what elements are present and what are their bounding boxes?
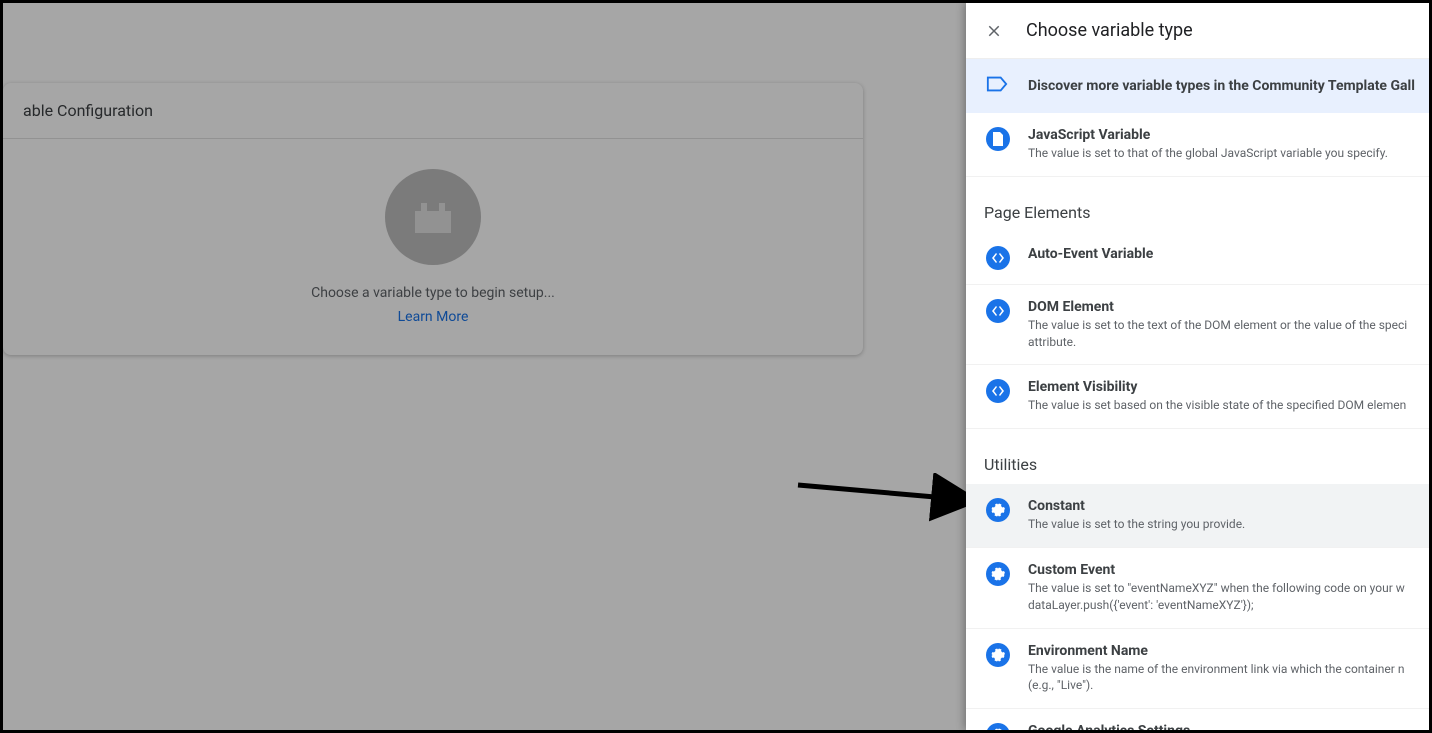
item-desc: The value is the name of the environment…	[1028, 661, 1409, 695]
item-title: Custom Event	[1028, 562, 1409, 578]
item-desc: The value is set to that of the global J…	[1028, 145, 1409, 162]
item-title: Environment Name	[1028, 643, 1409, 659]
document-icon	[986, 127, 1010, 151]
gear-icon	[986, 723, 1010, 730]
close-icon	[985, 22, 1003, 40]
gear-icon	[986, 643, 1010, 667]
item-title: DOM Element	[1028, 299, 1409, 315]
variable-type-custom-event[interactable]: Custom Event The value is set to "eventN…	[966, 548, 1429, 629]
panel-title: Choose variable type	[1026, 20, 1193, 41]
community-template-banner[interactable]: Discover more variable types in the Comm…	[966, 59, 1429, 113]
gear-icon	[986, 498, 1010, 522]
item-desc: The value is set to "eventNameXYZ" when …	[1028, 580, 1409, 614]
gear-icon	[986, 562, 1010, 586]
code-icon	[986, 299, 1010, 323]
variable-type-environment-name[interactable]: Environment Name The value is the name o…	[966, 629, 1429, 710]
item-title: JavaScript Variable	[1028, 127, 1409, 143]
variable-type-auto-event[interactable]: Auto-Event Variable	[966, 232, 1429, 285]
variable-type-list[interactable]: JavaScript Variable The value is set to …	[966, 113, 1429, 730]
variable-type-panel: Choose variable type Discover more varia…	[966, 3, 1429, 730]
section-page-elements: Page Elements	[966, 177, 1429, 232]
item-desc: The value is set to the text of the DOM …	[1028, 317, 1409, 351]
close-button[interactable]	[982, 19, 1006, 43]
item-title: Google Analytics Settings	[1028, 723, 1409, 730]
item-title: Auto-Event Variable	[1028, 246, 1409, 262]
variable-type-element-visibility[interactable]: Element Visibility The value is set base…	[966, 365, 1429, 429]
panel-header: Choose variable type	[966, 3, 1429, 59]
item-desc: The value is set to the string you provi…	[1028, 516, 1409, 533]
item-title: Element Visibility	[1028, 379, 1409, 395]
code-icon	[986, 246, 1010, 270]
item-title: Constant	[1028, 498, 1409, 514]
variable-type-dom-element[interactable]: DOM Element The value is set to the text…	[966, 285, 1429, 366]
banner-text: Discover more variable types in the Comm…	[1028, 78, 1415, 94]
variable-type-javascript-variable[interactable]: JavaScript Variable The value is set to …	[966, 113, 1429, 177]
code-icon	[986, 379, 1010, 403]
variable-type-ga-settings[interactable]: Google Analytics Settings This variable …	[966, 709, 1429, 730]
item-desc: The value is set based on the visible st…	[1028, 397, 1409, 414]
tag-icon	[986, 75, 1008, 97]
variable-type-constant[interactable]: Constant The value is set to the string …	[966, 484, 1429, 548]
section-utilities: Utilities	[966, 429, 1429, 484]
